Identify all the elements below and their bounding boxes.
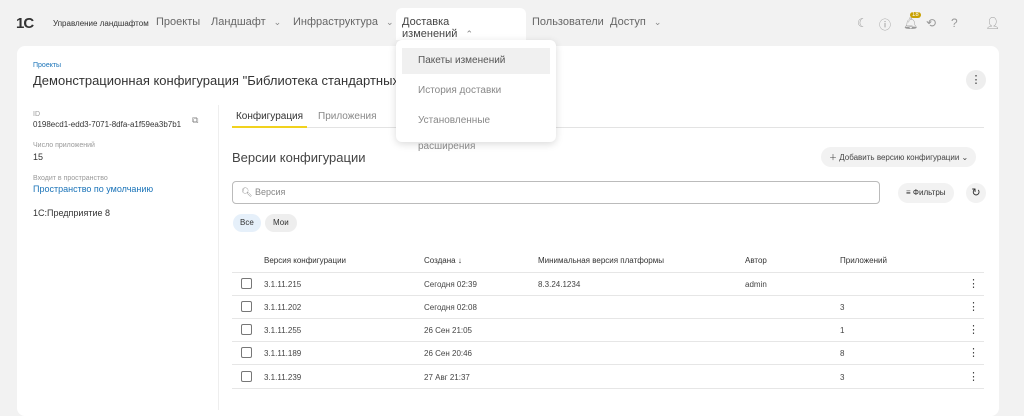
cell-platform: 8.3.24.1234 — [538, 280, 581, 289]
cell-apps: 3 — [840, 303, 845, 312]
tab-configuration[interactable]: Конфигурация — [232, 111, 307, 128]
copy-icon[interactable]: ⧉ — [192, 115, 198, 126]
table-row[interactable]: 3.1.11.189 26 Сен 20:46 8 ⋮ — [232, 342, 984, 365]
col-author[interactable]: Автор — [745, 256, 767, 265]
cell-version: 3.1.11.239 — [264, 373, 302, 382]
cell-version: 3.1.11.215 — [264, 280, 302, 289]
logo[interactable]: 1C — [16, 15, 34, 32]
row-checkbox[interactable] — [241, 324, 252, 335]
col-version[interactable]: Версия конфигурации — [264, 256, 346, 265]
tab-divider — [232, 127, 984, 128]
cell-apps: 8 — [840, 349, 845, 358]
add-version-button[interactable]: ＋ Добавить версию конфигурации ⌄ — [821, 147, 977, 167]
apps-value: 15 — [33, 152, 44, 162]
nav-label: Инфраструктура — [293, 16, 379, 28]
row-more-icon[interactable]: ⋮ — [968, 300, 979, 313]
filter-icon: ≡ — [906, 188, 913, 197]
apps-label: Число приложений — [33, 142, 95, 149]
table-row[interactable]: 3.1.11.239 27 Авг 21:37 3 ⋮ — [232, 366, 984, 389]
notification-badge: 18 — [910, 12, 921, 18]
col-created[interactable]: Создана ↓ — [424, 256, 462, 265]
divider — [218, 105, 219, 410]
nav-projects[interactable]: Проекты — [156, 16, 200, 28]
nav-label: Ландшафт — [211, 16, 266, 28]
brand-name: Управление ландшафтом — [53, 19, 149, 28]
cell-author: admin — [745, 280, 767, 289]
tab-applications[interactable]: Приложения — [318, 111, 377, 122]
table-row[interactable]: 3.1.11.255 26 Сен 21:05 1 ⋮ — [232, 319, 984, 342]
search-input[interactable]: 🔍︎ Версия — [232, 181, 880, 204]
row-checkbox[interactable] — [241, 278, 252, 289]
history-icon[interactable]: ⟲ — [926, 16, 936, 30]
bell-icon[interactable]: 🔔︎ — [903, 16, 918, 30]
search-placeholder: Версия — [254, 187, 286, 197]
cell-apps: 3 — [840, 373, 845, 382]
cell-created: Сегодня 02:39 — [424, 280, 477, 289]
cell-created: Сегодня 02:08 — [424, 303, 477, 312]
refresh-icon[interactable]: ↻ — [966, 183, 986, 203]
help-icon[interactable]: ? — [951, 16, 958, 30]
nav-delivery[interactable]: Доставка изменений ⌃ — [396, 8, 526, 40]
col-apps[interactable]: Приложений — [840, 256, 887, 265]
chevron-down-icon: ⌄ — [653, 17, 662, 27]
page-title: Демонстрационная конфигурация "Библиотек… — [33, 73, 425, 88]
cell-apps: 1 — [840, 326, 845, 335]
breadcrumb[interactable]: Проекты — [33, 62, 61, 69]
row-more-icon[interactable]: ⋮ — [968, 346, 979, 359]
section-title: Версии конфигурации — [232, 150, 366, 165]
table-row[interactable]: 3.1.11.202 Сегодня 02:08 3 ⋮ — [232, 296, 984, 319]
platform: 1С:Предприятие 8 — [33, 208, 110, 218]
row-more-icon[interactable]: ⋮ — [968, 370, 979, 383]
filters-label: Фильтры — [912, 188, 946, 197]
nav-label: Доставка изменений — [402, 16, 458, 40]
row-more-icon[interactable]: ⋮ — [968, 323, 979, 336]
menu-item-packages[interactable]: Пакеты изменений — [402, 48, 550, 74]
table-row[interactable]: 3.1.11.215 Сегодня 02:39 8.3.24.1234 admin ⋮ — [232, 273, 984, 296]
col-min-platform[interactable]: Минимальная версия платформы — [538, 256, 664, 265]
cell-version: 3.1.11.255 — [264, 326, 302, 335]
menu-item-extensions[interactable]: Установленные расширения — [402, 108, 550, 152]
nav-access[interactable]: Доступ ⌄ — [610, 16, 661, 28]
cell-created: 27 Авг 21:37 — [424, 373, 470, 382]
menu-item-history[interactable]: История доставки — [402, 78, 550, 104]
id-label: ID — [33, 111, 40, 118]
filters-button[interactable]: ≡ Фильтры — [898, 183, 954, 203]
delivery-dropdown: Пакеты изменений История доставки Устано… — [396, 40, 556, 152]
search-icon: 🔍︎ — [241, 187, 255, 197]
id-value: 0198ecd1-edd3-7071-8dfa-a1f59ea3b7b1 — [33, 120, 182, 129]
moon-icon[interactable]: ☾ — [857, 16, 868, 30]
row-checkbox[interactable] — [241, 371, 252, 382]
cell-version: 3.1.11.189 — [264, 349, 302, 358]
row-more-icon[interactable]: ⋮ — [968, 277, 979, 290]
nav-landscape[interactable]: Ландшафт ⌄ — [211, 16, 281, 28]
chip-all[interactable]: Все — [233, 214, 261, 232]
chevron-up-icon: ⌃ — [465, 29, 473, 39]
row-checkbox[interactable] — [241, 347, 252, 358]
info-icon[interactable]: ⓘ — [879, 16, 891, 33]
user-icon[interactable]: 👤︎ — [985, 16, 1000, 30]
space-label: Входит в пространство — [33, 175, 108, 182]
more-icon[interactable]: ⋮ — [966, 70, 986, 90]
cell-created: 26 Сен 21:05 — [424, 326, 473, 335]
cell-version: 3.1.11.202 — [264, 303, 302, 312]
nav-infrastructure[interactable]: Инфраструктура ⌄ — [293, 16, 394, 28]
add-version-label: Добавить версию конфигурации — [839, 153, 960, 162]
space-link[interactable]: Пространство по умолчанию — [33, 184, 153, 194]
nav-label: Доступ — [610, 16, 646, 28]
chip-mine[interactable]: Мои — [265, 214, 297, 232]
nav-users[interactable]: Пользователи — [532, 16, 604, 28]
plus-icon: ＋ — [829, 153, 840, 162]
row-checkbox[interactable] — [241, 301, 252, 312]
chevron-down-icon: ⌄ — [386, 17, 394, 27]
chevron-down-icon: ⌄ — [273, 17, 282, 27]
cell-created: 26 Сен 20:46 — [424, 349, 473, 358]
